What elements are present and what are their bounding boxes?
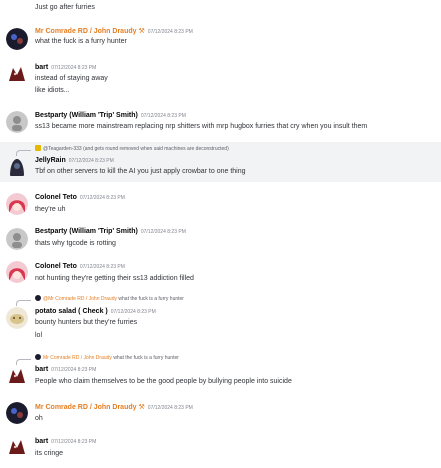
reply-text: what the fuck is a furry hunter [113,355,179,361]
message[interactable]: Mr Comrade RD / John Draudy what the fuc… [0,351,441,393]
message[interactable]: Bestparty (William 'Trip' Smith) 07/12/20… [0,223,441,255]
message-text: its cringe [35,450,64,457]
avatar[interactable] [6,193,28,215]
timestamp: 07/12/2024 8:23 PM [110,309,156,315]
message[interactable]: Colonel Teto 07/12/2024 8:23 PM not hunti… [0,258,441,290]
message[interactable]: Mr Comrade RD / John Draudy ⚒ 07/12/2024 8… [0,398,441,428]
reply-author[interactable]: @Mr Comrade RD / John Draudy [43,296,117,302]
avatar[interactable] [6,436,28,458]
timestamp: 07/12/2024 8:23 PM [79,195,125,201]
timestamp: 07/12/2024 8:23 PM [51,367,97,373]
message[interactable]: @Mr Comrade RD / John Draudy what the fu… [0,292,441,346]
reply-connector [16,300,31,306]
author-name[interactable]: Mr Comrade RD / John Draudy [35,28,137,35]
author-name[interactable]: Colonel Teto [35,263,77,270]
chat-message-list: Just go after furries Mr Comrade RD / Jo… [0,0,441,468]
wrench-icon: ⚒ [138,404,145,411]
reply-text: (and gets round removed when said machin… [83,146,229,152]
reply-reference[interactable]: @Teagarden-333 (and gets round removed w… [35,145,229,153]
reply-avatar-icon [35,145,41,151]
author-name[interactable]: bart [35,438,48,445]
message[interactable]: Colonel Teto 07/12/2024 8:23 PM they're u… [0,188,441,220]
timestamp: 07/12/2024 8:23 PM [79,264,125,270]
message-text: not hunting they're getting their ss13 a… [35,275,194,282]
reply-text: what the fuck is a furry hunter [118,296,184,302]
message-text: oh [35,415,43,422]
message-text: they're uh [35,206,66,213]
timestamp: 07/12/2024 8:23 PM [51,439,97,445]
message[interactable]: bart 07/12/2024 8:23 PM its cringe [0,433,441,465]
message-text: instead of staying away [35,75,108,82]
message-text: Just go after furries [35,4,95,11]
timestamp: 07/12/2024 8:23 PM [147,29,193,35]
reply-author[interactable]: Mr Comrade RD / John Draudy [43,355,112,361]
avatar[interactable] [6,402,28,424]
wrench-icon: ⚒ [138,28,145,35]
message-text: thats why tgcode is rotting [35,240,116,247]
message-text: bounty hunters but they're furries [35,319,138,326]
timestamp: 07/12/2024 8:23 PM [140,229,186,235]
message-text: lol [35,332,43,339]
author-name[interactable]: Bestparty (William 'Trip' Smith) [35,228,138,235]
message[interactable]: @Teagarden-333 (and gets round removed w… [0,142,441,182]
author-name[interactable]: Bestparty (William 'Trip' Smith) [35,112,138,119]
avatar[interactable] [6,156,28,178]
author-name[interactable]: Colonel Teto [35,194,77,201]
reply-author[interactable]: @Teagarden-333 [43,146,82,152]
timestamp: 07/12/2024 8:23 PM [147,405,193,411]
timestamp: 07/12/2024 8:23 PM [140,113,186,119]
author-name[interactable]: Mr Comrade RD / John Draudy [35,404,137,411]
avatar[interactable] [6,307,28,329]
message[interactable]: Bestparty (William 'Trip' Smith) 07/12/20… [0,107,441,139]
avatar[interactable] [6,28,28,50]
reply-reference[interactable]: Mr Comrade RD / John Draudy what the fuc… [35,354,179,362]
message-text: Tbf on other servers to kill the AI you … [35,168,246,175]
avatar[interactable] [6,63,28,85]
avatar[interactable] [6,111,28,133]
avatar[interactable] [6,228,28,250]
author-name[interactable]: bart [35,366,48,373]
message-text: like idiots... [35,87,70,94]
message-text: ss13 became more mainstream replacing nr… [35,123,368,130]
avatar[interactable] [6,261,28,283]
reply-avatar-icon [35,354,41,360]
reply-reference[interactable]: @Mr Comrade RD / John Draudy what the fu… [35,295,184,303]
message[interactable]: Just go after furries [0,0,441,16]
reply-avatar-icon [35,295,41,301]
message[interactable]: Mr Comrade RD / John Draudy ⚒ 07/12/2024 8… [0,24,441,54]
timestamp: 07/12/2024 8:23 PM [68,158,114,164]
author-name[interactable]: potato salad ( Check ) [35,308,108,315]
timestamp: 07/12/2024 8:23 PM [51,65,97,71]
message[interactable]: bart 07/12/2024 8:23 PM instead of stayin… [0,60,441,102]
message-text: People who claim themselves to be the go… [35,378,292,385]
author-name[interactable]: JellyRain [35,157,66,164]
message-text: what the fuck is a furry hunter [35,38,127,45]
avatar[interactable] [6,365,28,387]
author-name[interactable]: bart [35,64,48,71]
